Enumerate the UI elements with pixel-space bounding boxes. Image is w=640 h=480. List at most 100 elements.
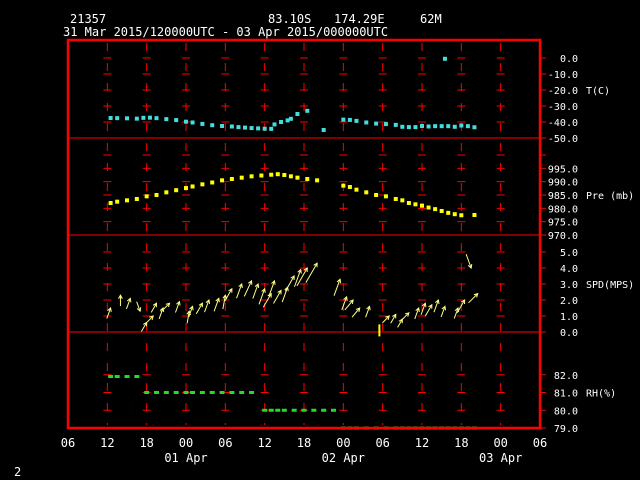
rh-point [173,391,179,394]
pres-point [374,193,379,197]
pres-point [275,172,280,177]
x-tick-label: 12 [100,436,114,450]
pres-point [288,174,293,179]
temp-point [184,119,188,124]
pres-point [190,184,195,189]
temp-point [229,124,234,129]
x-tick-label: 12 [257,436,271,450]
pres-point [446,210,451,215]
wind-vector [284,275,295,292]
temp-point [134,116,139,121]
pres-point [413,202,418,207]
rh-point [249,391,255,394]
temp-point [269,126,274,131]
temp-point [426,124,431,129]
temp-point [383,122,388,127]
temp-point [364,120,369,125]
pres-point [439,209,444,213]
y-tick-label: 985.0 [548,191,578,202]
x-tick-label: 18 [139,436,153,450]
pres-point [220,178,225,183]
wind-vector [344,299,354,311]
pres-point [459,213,464,218]
temp-point [154,116,159,121]
temp-point [220,124,225,128]
rh-point [108,375,114,379]
y-tick-label: 0.0 [560,328,578,339]
rh-point [183,391,189,394]
temp-point [452,124,457,129]
pres-point [393,197,398,201]
pres-point [200,182,205,187]
x-tick-label: 00 [336,436,350,450]
x-tick-label: 12 [415,436,429,450]
y-tick-label: 975.0 [548,218,578,229]
y-tick-label: -50.0 [548,134,578,145]
pres-point [108,201,113,205]
temp-point [400,124,405,129]
pres-point [315,178,320,183]
temp-point [141,115,146,120]
rh-point [239,391,245,394]
pres-point [239,175,244,180]
rh-point [229,391,235,394]
temp-point [272,122,277,127]
temp-point [442,56,447,61]
temp-point [115,116,120,121]
y-tick-label: 5.0 [560,248,578,259]
x-tick-label: 18 [297,436,311,450]
y-tick-label: 81.0 [554,389,578,400]
y-tick-label: -20.0 [548,86,578,97]
pres-point [347,185,352,189]
x-day-label: 02 Apr [322,451,365,465]
pres-point [259,173,264,178]
pres-point [420,203,424,208]
rh-point [275,408,281,412]
pres-point [364,190,369,195]
rh-point [262,408,268,412]
temp-point [262,126,267,131]
rh-point [114,375,120,379]
pres-point [125,198,129,203]
temp-point [164,117,169,122]
meteogram-chart: 0.0 -10.0 -20.0 -30.0 -40.0 -50.0 T(C) 995.0 990… [61,38,634,465]
x-tick-label: 00 [179,436,193,450]
pres-point [295,175,300,180]
temp-point [190,120,195,125]
wind-vector [145,315,154,325]
pres-point [154,193,159,197]
y-tick-label: 990.0 [548,178,578,189]
temp-point [210,123,215,128]
rh-point [190,391,196,394]
rh-point [311,408,317,412]
temp-point [439,124,444,129]
pres-point [305,177,310,181]
pres-point [210,180,215,185]
x-tick-label: 18 [454,436,468,450]
panel-label-wind: SPD(MPS) [586,280,634,291]
rh-point [154,391,159,394]
pres-point [452,212,457,217]
rh-point [144,391,150,394]
y-tick-label: 2.0 [560,296,578,307]
pres-point [174,188,179,193]
x-tick-label: 00 [493,436,507,450]
temp-point [125,116,129,121]
pres-point [269,172,274,177]
temp-point [256,126,261,131]
y-tick-label: 3.0 [560,280,578,291]
temp-point [413,125,418,130]
x-tick-label: 06 [218,436,232,450]
temp-point [288,116,293,121]
x-tick-label: 06 [61,436,75,450]
pres-point [341,183,346,188]
pres-point [144,194,149,199]
temp-point [459,123,464,128]
pres-point [406,201,411,205]
pres-point [354,187,359,192]
pres-point [383,194,388,199]
temp-point [465,124,470,129]
y-tick-label: 1.0 [560,312,578,323]
pres-point [184,186,188,191]
pres-point [400,198,405,203]
